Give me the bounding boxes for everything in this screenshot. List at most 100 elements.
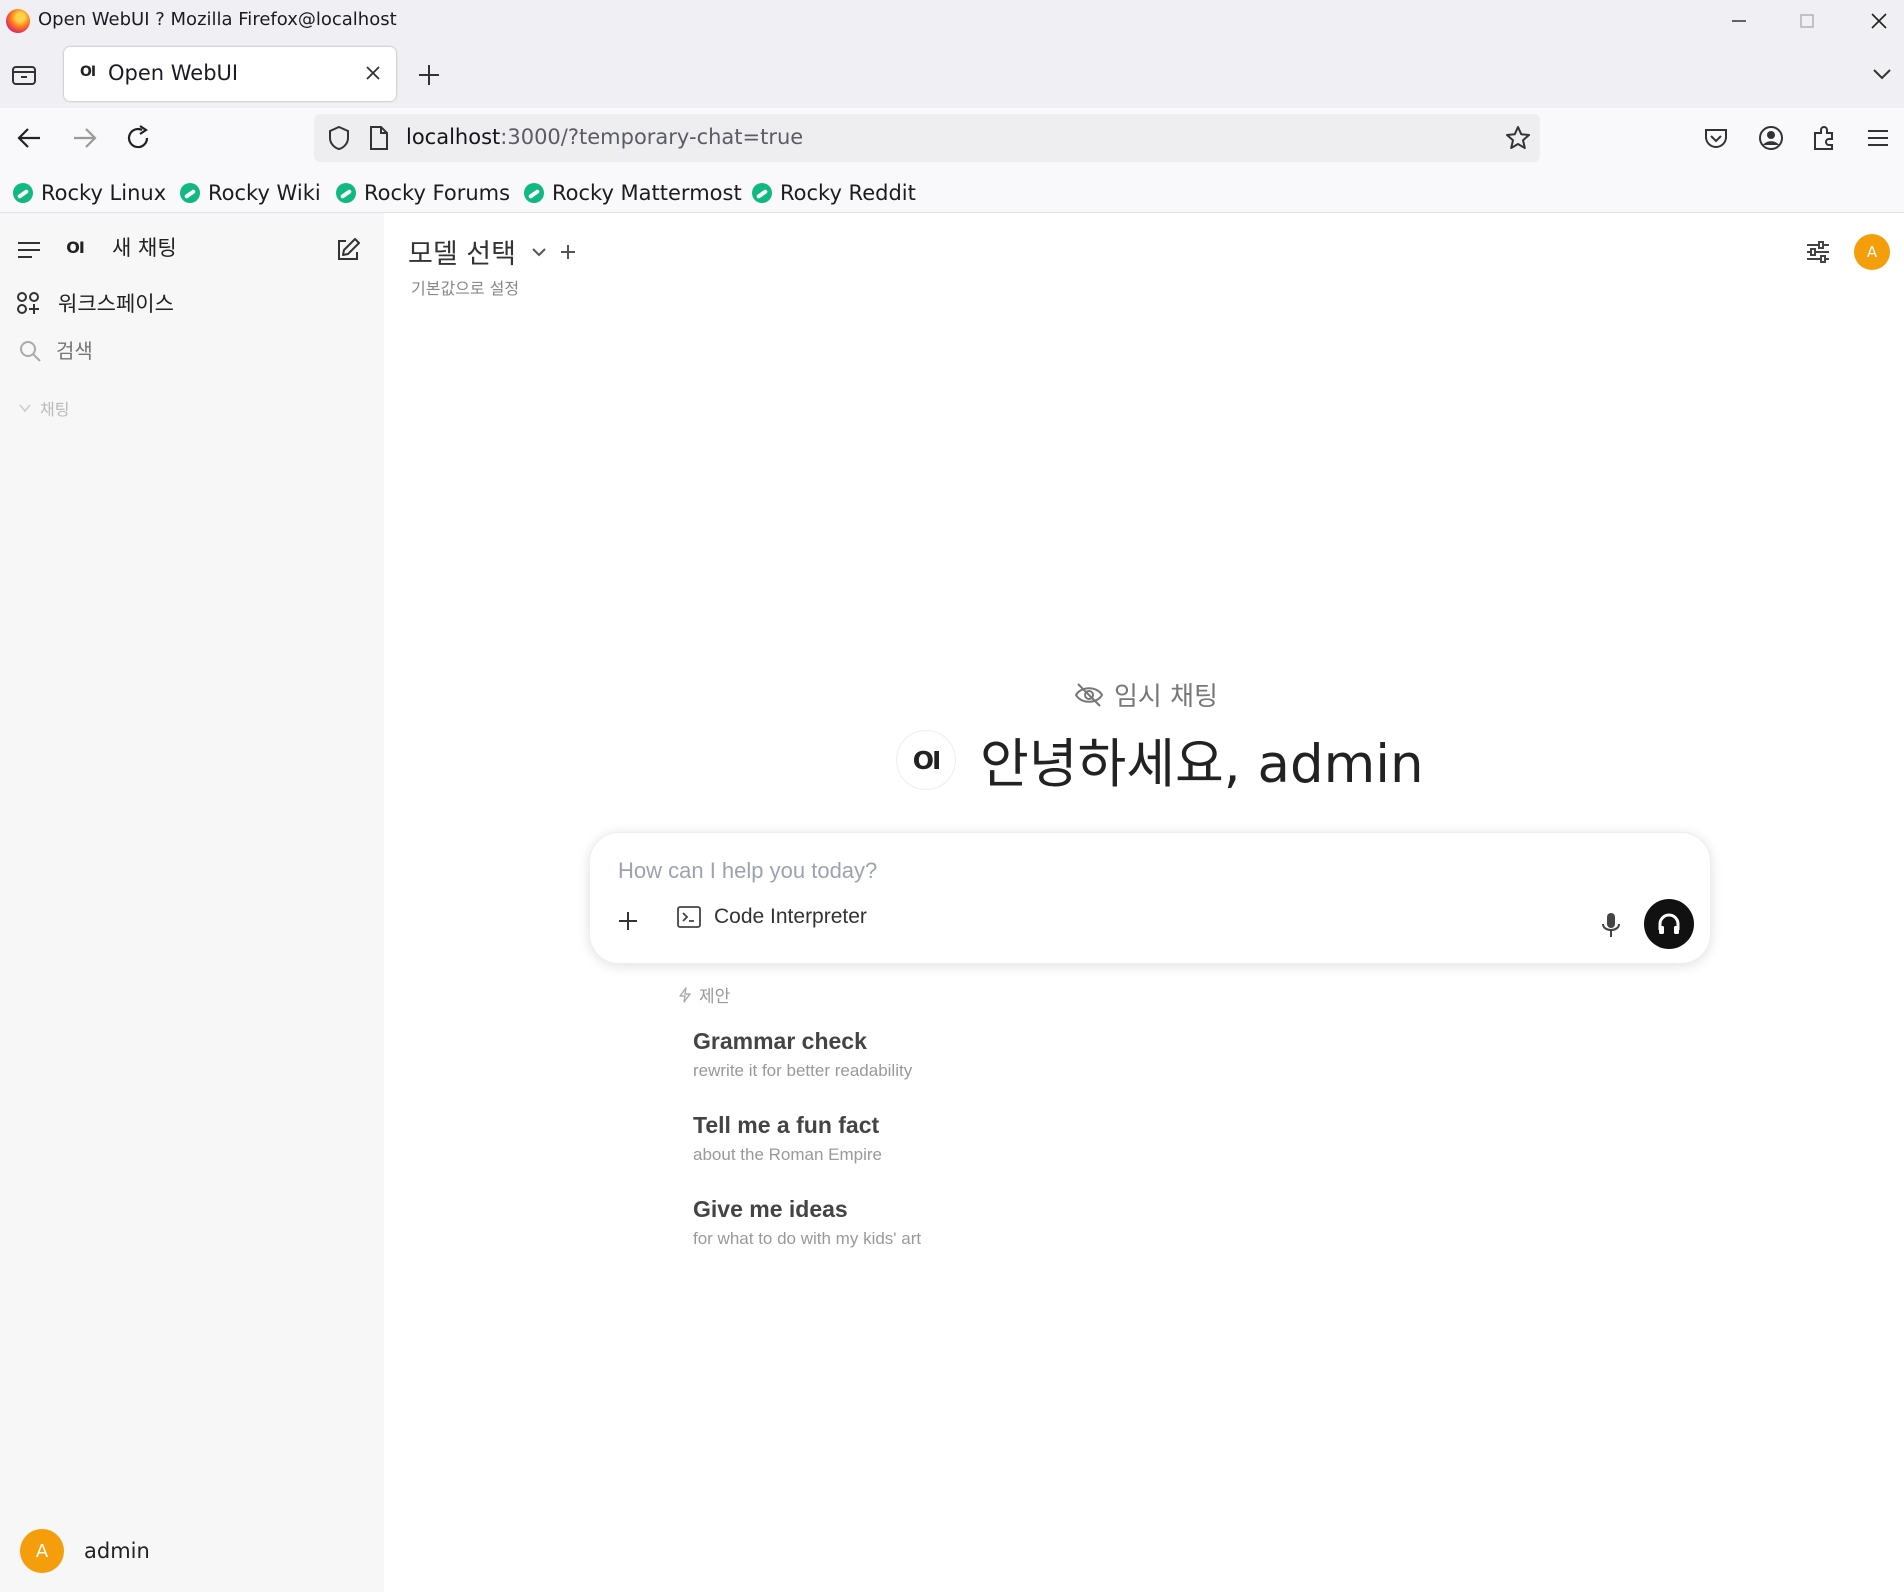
url-text[interactable]: localhost:3000/?temporary-chat=true (406, 125, 803, 149)
chat-controls-button[interactable] (1804, 238, 1832, 266)
list-tabs-button[interactable] (1870, 62, 1894, 86)
puzzle-icon (1814, 126, 1833, 150)
tab-open-webui[interactable]: OI Open WebUI (64, 47, 396, 101)
voice-mode-button[interactable] (1644, 899, 1694, 949)
shield-icon[interactable] (326, 125, 352, 151)
suggestion-title: Grammar check (693, 1028, 867, 1054)
page-info-icon[interactable] (368, 125, 390, 151)
rocky-leaf-icon (336, 183, 356, 203)
suggestion-item[interactable]: Grammar check rewrite it for better read… (693, 1028, 912, 1081)
forward-button[interactable] (70, 125, 98, 151)
sidebar-item-workspace[interactable]: 워크스페이스 (16, 288, 174, 318)
minimize-button[interactable] (1705, 0, 1773, 42)
arrow-right-icon (74, 128, 97, 148)
bookmark-rocky-forums[interactable]: Rocky Forums (336, 178, 510, 208)
close-window-button[interactable] (1845, 0, 1904, 42)
avatar: A (20, 1529, 64, 1573)
maximize-icon (1800, 14, 1814, 28)
bookmark-star-button[interactable] (1504, 124, 1532, 152)
sidebar-chats-section[interactable]: 채팅 (18, 396, 69, 420)
bookmark-label: Rocky Mattermost (552, 181, 742, 205)
suggestion-subtitle: for what to do with my kids' art (693, 1229, 922, 1248)
arrow-left-icon (17, 128, 40, 148)
suggestion-item[interactable]: Give me ideas for what to do with my kid… (693, 1196, 921, 1249)
bookmark-label: Rocky Reddit (780, 181, 916, 205)
rocky-leaf-icon (752, 183, 772, 203)
reload-button[interactable] (124, 124, 152, 152)
bookmark-label: Rocky Forums (364, 181, 511, 205)
rocky-leaf-icon (13, 183, 33, 203)
suggestions-label: 제안 (699, 987, 731, 1007)
firefox-view-icon (12, 66, 36, 85)
plus-icon (619, 912, 637, 930)
chevron-down-icon (19, 404, 31, 413)
suggestion-subtitle: about the Roman Empire (693, 1145, 882, 1164)
new-chat-button[interactable] (334, 236, 362, 264)
user-avatar-button[interactable]: A (1854, 234, 1890, 270)
plus-icon (419, 65, 439, 85)
chevron-down-icon (532, 247, 546, 256)
chevron-down-icon (1873, 69, 1891, 80)
pocket-button[interactable] (1702, 124, 1730, 152)
sliders-icon (1807, 241, 1829, 263)
message-input[interactable] (616, 853, 1620, 889)
hamburger-icon (1868, 130, 1888, 146)
suggestion-title: Give me ideas (693, 1196, 848, 1222)
open-webui-logo: OI (66, 237, 85, 257)
temporary-chat-indicator: 임시 채팅 (1074, 676, 1218, 713)
eye-slash-icon (1074, 682, 1104, 707)
search-icon (20, 341, 41, 362)
code-interpreter-toggle[interactable]: Code Interpreter (676, 905, 867, 929)
window-title: Open WebUI ? Mozilla Firefox@localhost (38, 9, 397, 30)
new-chat-label: 새 채팅 (112, 236, 177, 260)
bookmark-rocky-reddit[interactable]: Rocky Reddit (752, 178, 916, 208)
pocket-icon (1705, 129, 1727, 148)
tab-label: Open WebUI (108, 61, 239, 85)
sidebar-search[interactable] (18, 338, 338, 364)
maximize-button[interactable] (1773, 0, 1841, 42)
plus-icon (561, 245, 575, 259)
greeting: OI 안녕하세요, admin (896, 722, 1424, 798)
firefox-view-button[interactable] (10, 62, 38, 88)
bookmark-rocky-mattermost[interactable]: Rocky Mattermost (524, 178, 742, 208)
suggestion-title: Tell me a fun fact (693, 1112, 880, 1138)
window-titlebar: Open WebUI ? Mozilla Firefox@localhost (0, 0, 1904, 42)
chats-section-label: 채팅 (40, 400, 70, 419)
star-icon (1506, 126, 1530, 149)
grid-icon (17, 292, 39, 314)
extensions-button[interactable] (1810, 124, 1838, 152)
model-selector[interactable]: 모델 선택 (408, 232, 548, 271)
url-bar[interactable]: localhost:3000/?temporary-chat=true (314, 114, 1540, 162)
headphones-icon (1658, 913, 1680, 934)
new-tab-button[interactable] (416, 62, 442, 88)
bookmark-rocky-wiki[interactable]: Rocky Wiki (180, 178, 321, 208)
microphone-icon (1602, 913, 1620, 937)
model-select-label: 모델 선택 (408, 239, 516, 270)
close-icon (366, 66, 380, 80)
greeting-text: 안녕하세요, admin (980, 734, 1424, 795)
back-button[interactable] (16, 125, 44, 151)
search-input[interactable] (54, 338, 338, 364)
suggestion-item[interactable]: Tell me a fun fact about the Roman Empir… (693, 1112, 882, 1165)
url-host: localhost (406, 125, 501, 149)
rocky-leaf-icon (524, 183, 544, 203)
add-model-button[interactable] (558, 242, 578, 262)
sidebar-toggle-button[interactable] (16, 239, 42, 261)
voice-input-button[interactable] (1600, 911, 1622, 939)
url-path: :3000/?temporary-chat=true (500, 125, 804, 149)
sidebar-new-chat[interactable]: OI 새 채팅 (60, 232, 177, 262)
set-default-link[interactable]: 기본값으로 설정 (411, 275, 519, 299)
bookmark-rocky-linux[interactable]: Rocky Linux (13, 178, 166, 208)
minimize-icon (1732, 20, 1746, 22)
menu-lines-icon (18, 242, 40, 258)
tab-close-button[interactable] (362, 62, 384, 84)
terminal-icon (677, 906, 701, 928)
account-icon (1759, 126, 1783, 150)
sidebar-user-menu[interactable]: A admin (20, 1529, 150, 1573)
suggestion-subtitle: rewrite it for better readability (693, 1061, 913, 1080)
tab-favicon: OI (80, 64, 96, 80)
app-menu-button[interactable] (1865, 125, 1891, 151)
code-interpreter-label: Code Interpreter (714, 905, 867, 928)
account-button[interactable] (1757, 124, 1785, 152)
attach-button[interactable] (616, 909, 640, 933)
